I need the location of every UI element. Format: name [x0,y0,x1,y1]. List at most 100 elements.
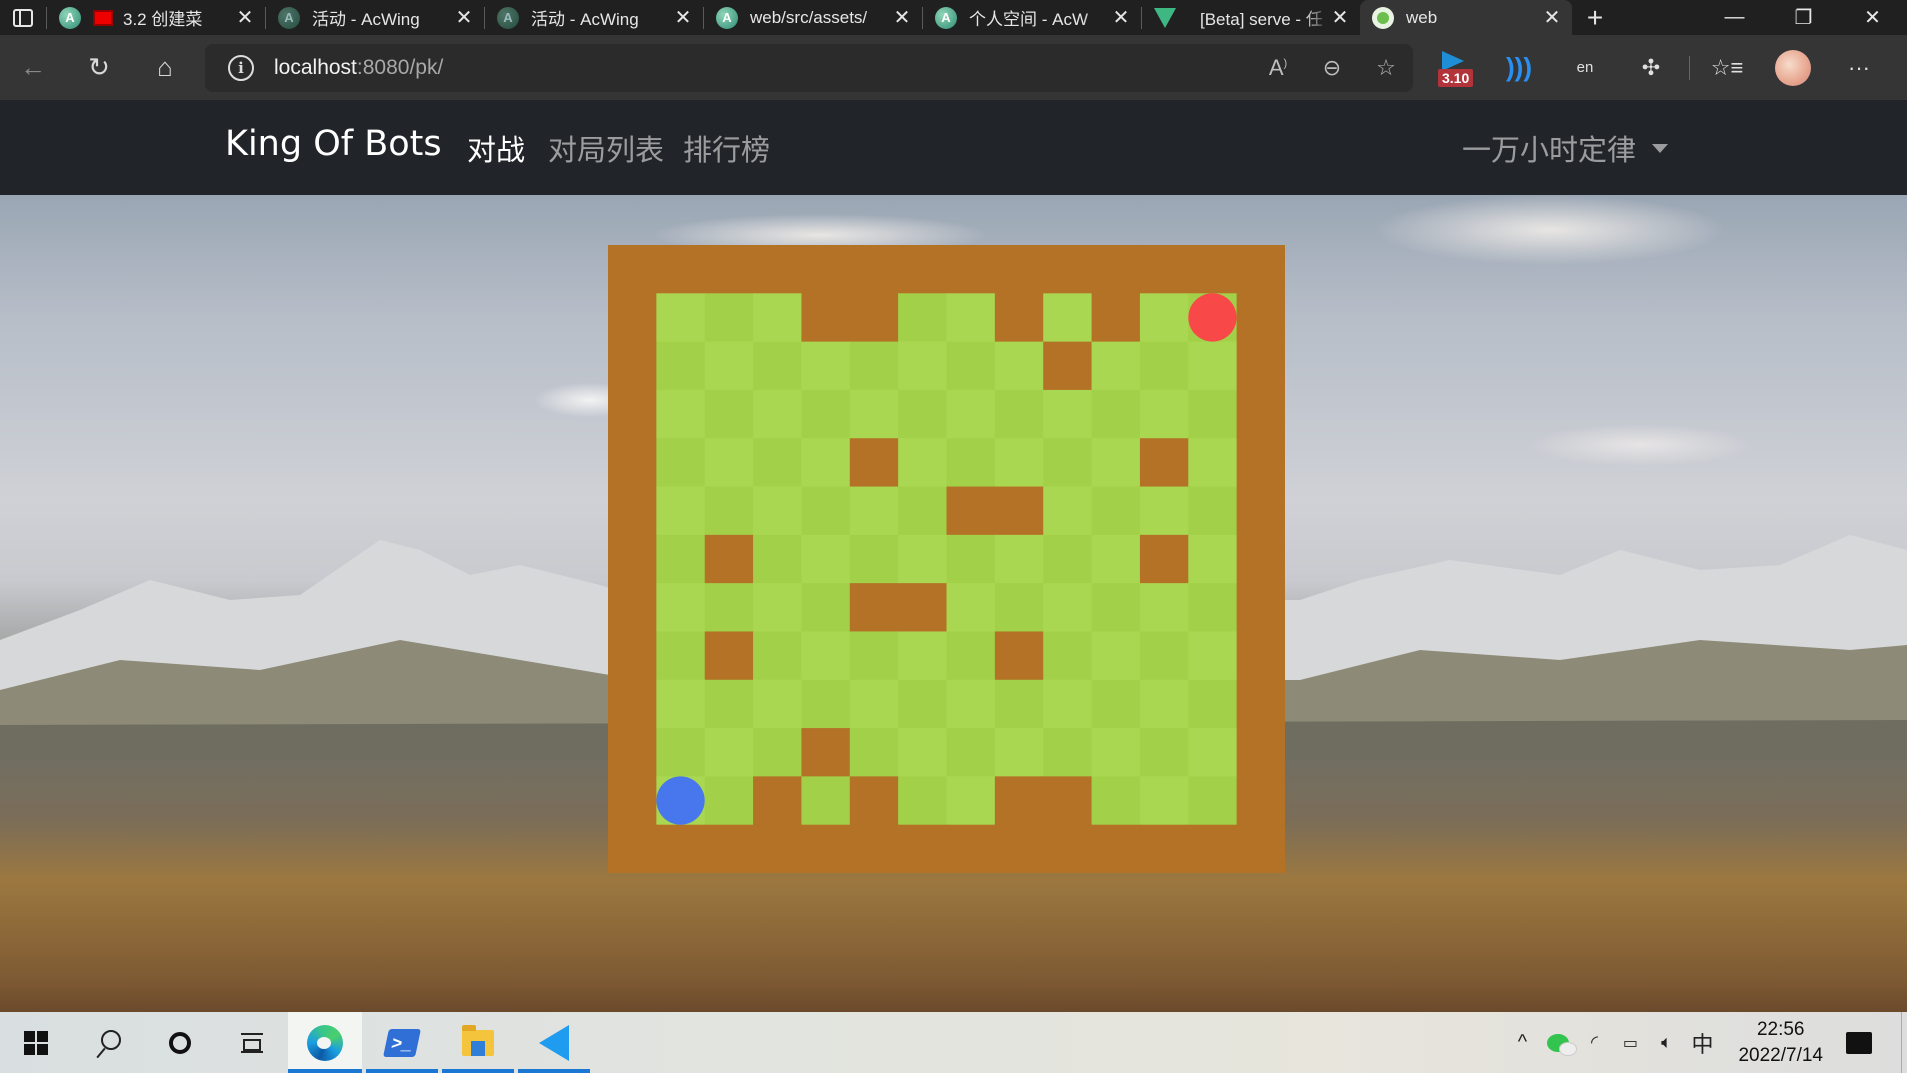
address-bar[interactable]: i localhost:8080/pk/ A) ⊖ ☆ [205,44,1413,92]
zoom-out-icon[interactable]: ⊖ [1305,55,1359,81]
grass-cell [704,679,754,729]
task-view-button[interactable] [216,1012,288,1073]
taskbar-app-edge[interactable] [288,1012,362,1073]
video-speed-extension-button[interactable]: 3.10 [1420,35,1486,100]
site-info-icon[interactable]: i [228,55,254,81]
grass-cell [994,438,1044,488]
new-tab-button[interactable]: + [1572,2,1618,34]
minimize-button[interactable]: — [1700,0,1769,35]
read-aloud-icon[interactable]: A) [1251,55,1305,81]
wall-cell [801,728,851,777]
cortana-button[interactable] [144,1012,216,1073]
translate-icon: en [1576,59,1594,76]
home-button[interactable]: ⌂ [132,35,198,100]
grass-cell [946,438,996,488]
back-button[interactable]: ← [0,35,66,100]
brand-link[interactable]: King Of Bots [225,124,442,164]
close-tab-icon[interactable]: ✕ [454,5,474,30]
user-dropdown[interactable]: 一万小时定律 [1462,127,1669,169]
nav-link-ranklist[interactable]: 排行榜 [683,127,770,169]
grass-cell [1091,486,1141,536]
volume-button[interactable]: 🔈︎ [1648,1012,1684,1073]
grass-cell [1043,679,1093,729]
grass-cell [898,486,948,536]
game-board-canvas[interactable] [608,245,1285,873]
tab-actions-button[interactable] [0,0,46,35]
browser-tab-active[interactable]: web ✕ [1360,0,1572,35]
audio-extension-button[interactable]: ))) [1486,35,1552,100]
wall-cell [994,631,1044,681]
wall-cell [1139,824,1189,873]
wall-cell [608,679,657,729]
browser-tab[interactable]: A 3.2 创建菜 ✕ [47,0,265,35]
grass-cell [1091,776,1141,826]
wall-cell [704,245,754,294]
browser-tab[interactable]: A 活动 - AcWing ✕ [485,0,703,35]
wall-cell [946,824,996,873]
taskbar-app-file-explorer[interactable] [442,1012,514,1073]
show-desktop-button[interactable] [1901,1012,1907,1073]
grass-cell [1188,341,1238,391]
grass-cell [898,679,948,729]
grass-cell [1043,583,1093,633]
grass-cell [656,293,706,343]
close-tab-icon[interactable]: ✕ [673,5,693,30]
close-tab-icon[interactable]: ✕ [1111,5,1131,30]
grass-cell [1091,438,1141,488]
translate-extension-button[interactable]: en [1552,35,1618,100]
ime-indicator: 中 [1691,1031,1714,1057]
input-method-button[interactable]: 中 [1684,1012,1720,1073]
search-button[interactable] [72,1012,144,1073]
extensions-button[interactable]: ✣ [1618,35,1684,100]
wall-cell [704,631,754,681]
close-tab-icon[interactable]: ✕ [1330,5,1350,30]
grass-cell [898,389,948,439]
username: 一万小时定律 [1462,135,1637,167]
wall-cell [994,486,1044,536]
grass-cell [898,728,948,777]
acwing-icon: A [278,6,300,29]
battery-button[interactable]: ▭ [1612,1012,1648,1073]
close-window-button[interactable]: ✕ [1838,0,1907,35]
grass-cell [753,293,803,343]
add-favorite-icon[interactable]: ☆ [1359,55,1413,81]
grass-cell [946,631,996,681]
close-tab-icon[interactable]: ✕ [892,5,912,30]
wall-cell [608,631,657,681]
taskbar-app-powershell[interactable]: >_ [366,1012,438,1073]
search-icon [101,1029,121,1050]
wall-cell [946,245,996,294]
grass-cell [704,486,754,536]
start-button[interactable] [0,1012,72,1073]
profile-button[interactable] [1760,35,1826,100]
close-tab-icon[interactable]: ✕ [1542,5,1562,30]
network-button[interactable]: ◜ [1576,1012,1612,1073]
grass-cell [1139,486,1189,536]
browser-tab[interactable]: A web/src/assets/ ✕ [704,0,922,35]
wall-cell [1091,293,1141,343]
wall-cell [849,583,899,633]
wall-cell [608,293,657,343]
grass-cell [1091,583,1141,633]
clock-button[interactable]: 22:56 2022/7/14 [1720,1017,1841,1069]
game-map [608,245,1285,873]
wall-cell [1236,438,1285,488]
taskbar-app-vscode[interactable] [518,1012,590,1073]
refresh-button[interactable]: ↻ [66,35,132,100]
show-hidden-icons-button[interactable]: ^ [1504,1012,1540,1073]
browser-tab[interactable]: [Beta] serve - 任 ✕ [1142,0,1360,35]
browser-tab[interactable]: A 个人空间 - AcW ✕ [923,0,1141,35]
favorites-button[interactable]: ☆≡ [1694,35,1760,100]
nav-link-record-list[interactable]: 对局列表 [548,127,664,169]
more-menu-button[interactable]: ··· [1826,35,1892,100]
action-center-button[interactable] [1841,1012,1877,1073]
close-tab-icon[interactable]: ✕ [235,5,255,30]
nav-link-pk[interactable]: 对战 [467,127,525,169]
grass-cell [1188,534,1238,584]
wechat-tray-button[interactable] [1540,1012,1578,1073]
extensions-row: 3.10 ))) en ✣ ☆≡ ··· [1420,35,1892,100]
restore-button[interactable]: ❐ [1769,0,1838,35]
grass-cell [704,389,754,439]
puzzle-icon: ✣ [1641,54,1661,80]
browser-tab[interactable]: A 活动 - AcWing ✕ [266,0,484,35]
